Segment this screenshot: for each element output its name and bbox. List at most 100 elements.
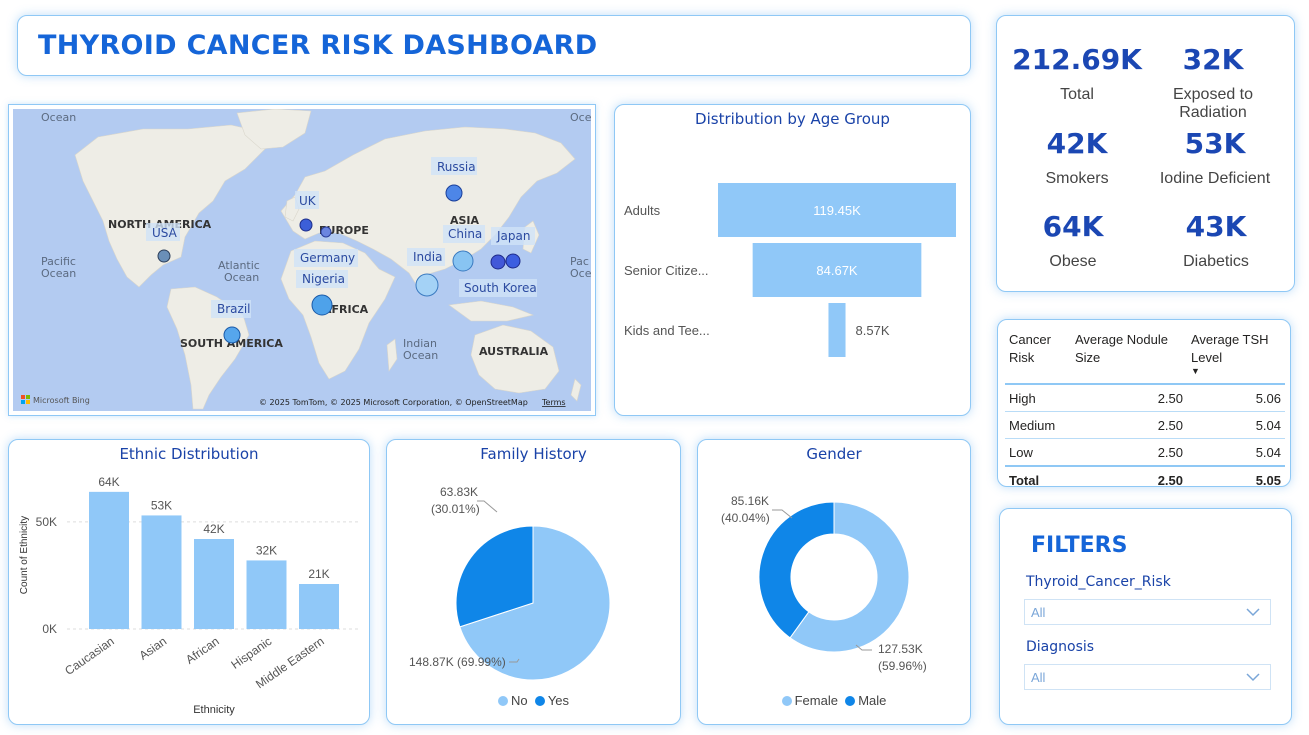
chevron-down-icon <box>1246 608 1260 617</box>
ocean-label: Ocean <box>403 349 438 362</box>
kpi-diabetics: 43K Diabetics <box>1141 211 1291 271</box>
ethnic-bar <box>141 515 182 629</box>
risk-matrix-table: Cancer Risk Average Nodule Size Average … <box>1005 328 1285 493</box>
tsh-header-label: Average TSH Level <box>1191 332 1269 365</box>
x-axis-title: Ethnicity <box>193 704 235 716</box>
country-label: UK <box>299 194 317 208</box>
age-data-label: 84.67K <box>816 263 858 278</box>
ethnic-data-label: 21K <box>308 567 329 581</box>
bubble-usa <box>157 249 171 263</box>
risk-filter-dropdown[interactable]: All <box>1024 599 1271 625</box>
bubble-nigeria <box>311 294 333 316</box>
pie-data-label: 63.83K <box>440 485 478 499</box>
kpi-obese: 64K Obese <box>998 211 1148 271</box>
x-tick-label: African <box>183 634 222 667</box>
ocean-label: Oce <box>570 267 591 280</box>
map-visual[interactable]: Ocean Oce Pacific Ocean Atlantic Ocean I… <box>8 104 596 416</box>
cell-nodule: 2.50 <box>1157 390 1183 406</box>
kpi-label: Diabetics <box>1183 253 1249 270</box>
country-label: Nigeria <box>302 272 345 286</box>
bubble-uk <box>299 218 313 232</box>
country-label: Brazil <box>217 302 251 316</box>
kpi-label: Total <box>1060 86 1094 103</box>
country-label: India <box>413 250 442 264</box>
kpi-label: Obese <box>1049 253 1097 270</box>
age-funnel-chart[interactable]: Adults 119.45K Senior Citize... 84.67K Kids … <box>615 105 970 415</box>
bubble-india <box>415 273 439 297</box>
ocean-label: Ocean <box>224 271 259 284</box>
family-history-visual: Family History 63.83K (30.01%) 148.87K (69… <box>386 439 681 725</box>
cell-risk: Medium <box>1009 417 1056 433</box>
family-history-pie[interactable]: 63.83K (30.01%) 148.87K (69.99%) <box>387 440 680 724</box>
dropdown-value: All <box>1031 605 1046 620</box>
risk-matrix-visual: Cancer Risk Average Nodule Size Average … <box>997 319 1291 493</box>
table-row[interactable]: Low 2.50 5.04 <box>1005 439 1285 467</box>
gender-donut[interactable]: 85.16K (40.04%) 127.53K (59.96%) <box>698 440 970 724</box>
kpi-value: 212.69K <box>1012 43 1142 76</box>
leader-line <box>477 500 498 513</box>
age-data-label: 119.45K <box>813 203 861 218</box>
legend-dot-male <box>845 696 856 706</box>
age-category-label: Adults <box>624 203 661 218</box>
bubble-south-korea <box>490 254 506 270</box>
y-axis-title: Count of Ethnicity <box>19 516 30 594</box>
map-terms-link[interactable]: Terms <box>541 398 566 407</box>
legend-label[interactable]: No <box>511 693 528 708</box>
bubble-brazil <box>223 326 241 344</box>
cell-total-tsh: 5.05 <box>1187 465 1285 493</box>
ethnic-bar <box>194 539 234 629</box>
ethnic-data-label: 32K <box>256 543 277 557</box>
kpi-label: Iodine Deficient <box>1159 170 1271 187</box>
cell-risk: High <box>1009 390 1036 406</box>
x-tick-label: Caucasian <box>62 634 116 678</box>
ethnic-bar <box>246 560 287 629</box>
filters-panel: FILTERS Thyroid_Cancer_Risk All Diagnosi… <box>999 508 1292 725</box>
diagnosis-filter-dropdown[interactable]: All <box>1024 664 1271 690</box>
col-header-risk[interactable]: Cancer Risk <box>1005 328 1071 384</box>
col-header-tsh[interactable]: Average TSH Level ▼ <box>1187 328 1285 384</box>
ethnic-data-label: 53K <box>151 498 172 512</box>
donut-data-label: 127.53K <box>878 642 923 656</box>
ethnic-bar-chart[interactable]: 0K 50K 64K Caucasian 53K Asian 42K African 32K Hi… <box>9 440 369 724</box>
cell-risk: Low <box>1009 444 1033 460</box>
kpi-smokers: 42K Smokers <box>1002 128 1152 188</box>
gender-visual: Gender 85.16K (40.04%) 127.53K (59.96%) Fem… <box>697 439 971 725</box>
filters-heading: FILTERS <box>1031 533 1128 558</box>
legend-label[interactable]: Female <box>795 693 838 708</box>
kpi-total: 212.69K Total <box>1002 44 1152 104</box>
legend-label[interactable]: Male <box>858 693 886 708</box>
donut-data-label: (40.04%) <box>721 511 770 525</box>
country-label: Germany <box>300 251 355 265</box>
cell-tsh: 5.04 <box>1255 417 1281 433</box>
cell-tsh: 5.04 <box>1255 444 1281 460</box>
table-total-row: Total 2.50 5.05 <box>1005 465 1285 493</box>
kpi-value: 64K <box>1042 210 1104 243</box>
ocean-label: Ocean <box>41 111 76 124</box>
country-label: South Korea <box>464 281 537 295</box>
x-tick-label: Hispanic <box>228 634 274 672</box>
chevron-down-icon <box>1246 673 1260 682</box>
family-legend: No Yes <box>387 693 680 708</box>
table-header-row: Cancer Risk Average Nodule Size Average … <box>1005 328 1285 384</box>
bubble-china <box>452 250 474 272</box>
donut-data-label: 85.16K <box>731 494 769 508</box>
ethnic-bar <box>89 491 129 629</box>
cell-total-nodule: 2.50 <box>1071 465 1187 493</box>
gender-legend: Female Male <box>698 693 970 708</box>
table-row[interactable]: Medium 2.50 5.04 <box>1005 412 1285 439</box>
legend-label[interactable]: Yes <box>548 693 569 708</box>
continent-label: AUSTRALIA <box>479 345 549 358</box>
bing-label: Microsoft Bing <box>33 396 90 405</box>
ocean-label: Oce <box>570 111 591 124</box>
pie-data-label: (30.01%) <box>431 502 480 516</box>
dropdown-value: All <box>1031 670 1046 685</box>
world-map[interactable]: Ocean Oce Pacific Ocean Atlantic Ocean I… <box>13 109 591 411</box>
age-category-label: Senior Citize... <box>624 263 709 278</box>
col-header-nodule[interactable]: Average Nodule Size <box>1071 328 1187 384</box>
country-label: Russia <box>437 160 476 174</box>
table-row[interactable]: High 2.50 5.06 <box>1005 384 1285 412</box>
kpi-label: Exposed to Radiation <box>1172 86 1254 121</box>
legend-dot-female <box>781 696 792 706</box>
filter-label: Thyroid_Cancer_Risk <box>1026 574 1171 590</box>
bubble-germany <box>320 226 332 238</box>
